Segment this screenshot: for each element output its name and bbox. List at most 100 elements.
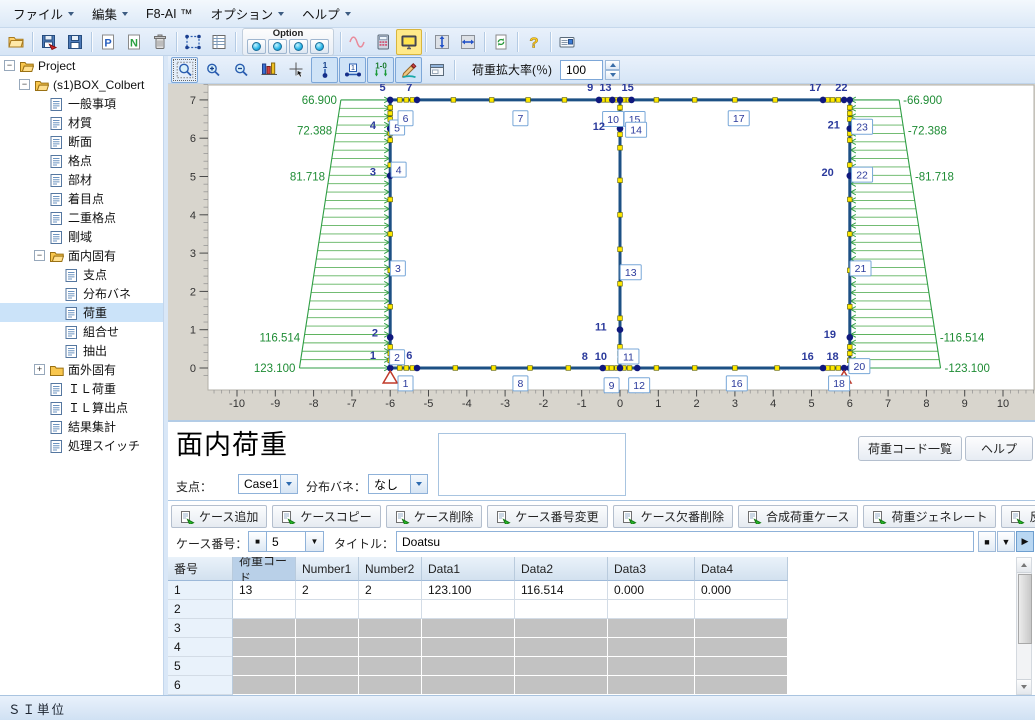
sidebar-item-out-plane[interactable]: +面外固有 (0, 360, 163, 379)
case-delete-button[interactable]: ケース削除 (386, 505, 482, 528)
load-values-button[interactable]: 1-0 (367, 57, 394, 83)
sidebar-item-support[interactable]: 支点 (0, 265, 163, 284)
cell-r6c4[interactable] (422, 676, 515, 695)
display-settings-button[interactable] (255, 57, 282, 83)
cell-r3c6[interactable] (608, 619, 695, 638)
sidebar-item-il-calc-point[interactable]: ＩＬ算出点 (0, 398, 163, 417)
cell-r4c4[interactable] (422, 638, 515, 657)
col-header-7[interactable]: Data4 (695, 557, 788, 581)
cell-r1c6[interactable]: 0.000 (608, 581, 695, 600)
sidebar-item-focus-point[interactable]: 着目点 (0, 189, 163, 208)
cell-r2c6[interactable] (608, 600, 695, 619)
scroll-thumb[interactable] (1018, 574, 1032, 644)
scroll-up-button[interactable] (1017, 558, 1031, 573)
sidebar-item-rigid-zone[interactable]: 剛域 (0, 227, 163, 246)
menu-item-edit[interactable]: 編集 (83, 0, 137, 27)
expand-icon[interactable]: + (34, 364, 45, 375)
frame-select-button[interactable] (180, 29, 206, 55)
sidebar-item-process-switch[interactable]: 処理スイッチ (0, 436, 163, 455)
sidebar-item-member[interactable]: 部材 (0, 170, 163, 189)
col-header-2[interactable]: Number1 (296, 557, 359, 581)
support-case-combo[interactable]: Case1 (238, 474, 298, 494)
zoom-in-button[interactable] (199, 57, 226, 83)
sidebar-item-grid-point[interactable]: 格点 (0, 151, 163, 170)
cell-r5c3[interactable] (359, 657, 422, 676)
cell-r2c7[interactable] (695, 600, 788, 619)
row-header-3[interactable]: 3 (168, 619, 233, 638)
sidebar-item-in-plane[interactable]: −面内固有 (0, 246, 163, 265)
nav-stop-button[interactable]: ■ (978, 531, 996, 552)
refresh-data-button[interactable] (488, 29, 514, 55)
sidebar-item-extraction[interactable]: 抽出 (0, 341, 163, 360)
cell-r6c3[interactable] (359, 676, 422, 695)
note-box[interactable] (438, 433, 626, 496)
row-header-4[interactable]: 4 (168, 638, 233, 657)
cell-r6c6[interactable] (608, 676, 695, 695)
row-header-5[interactable]: 5 (168, 657, 233, 676)
cell-r1c7[interactable]: 0.000 (695, 581, 788, 600)
report-p-button[interactable]: P (95, 29, 121, 55)
calculator-button[interactable] (370, 29, 396, 55)
reverse-load-generate-button[interactable]: 反転荷重ジェネレート (1001, 505, 1035, 528)
cell-r1c3[interactable]: 2 (359, 581, 422, 600)
table-scrollbar[interactable] (1016, 557, 1032, 695)
cell-r4c1[interactable] (233, 638, 296, 657)
open-file-button[interactable] (3, 29, 29, 55)
col-header-0[interactable]: 番号 (168, 557, 233, 581)
cell-r5c2[interactable] (296, 657, 359, 676)
col-header-5[interactable]: Data2 (515, 557, 608, 581)
cell-r5c6[interactable] (608, 657, 695, 676)
case-renumber-button[interactable]: ケース番号変更 (487, 505, 607, 528)
spring-combo[interactable]: なし (368, 474, 428, 494)
collapse-icon[interactable]: − (34, 250, 45, 261)
cell-r1c5[interactable]: 116.514 (515, 581, 608, 600)
row-header-6[interactable]: 6 (168, 676, 233, 695)
delete-button[interactable] (147, 29, 173, 55)
fit-vertical-button[interactable] (429, 29, 455, 55)
cell-r1c2[interactable]: 2 (296, 581, 359, 600)
col-header-4[interactable]: Data1 (422, 557, 515, 581)
menu-item-f8-ai[interactable]: F8-AI ™ (137, 3, 202, 25)
load-scale-input[interactable]: 100 (560, 60, 603, 80)
cell-r6c2[interactable] (296, 676, 359, 695)
help-button[interactable]: ? (521, 29, 547, 55)
case-title-input[interactable] (396, 531, 974, 552)
dialog-panel-button[interactable] (423, 57, 450, 83)
mail-info-button[interactable] (554, 29, 580, 55)
save-button[interactable] (62, 29, 88, 55)
zoom-out-button[interactable] (227, 57, 254, 83)
row-header-1[interactable]: 1 (168, 581, 233, 600)
cell-r3c5[interactable] (515, 619, 608, 638)
fit-horizontal-button[interactable] (455, 29, 481, 55)
case-spin-down-button[interactable]: ▼ (305, 532, 323, 551)
help-button[interactable]: ヘルプ (965, 436, 1033, 461)
cell-r1c4[interactable]: 123.100 (422, 581, 515, 600)
sidebar-item-il-load[interactable]: ＩＬ荷重 (0, 379, 163, 398)
nav-next-button[interactable]: ▶ (1016, 531, 1034, 552)
cell-r6c7[interactable] (695, 676, 788, 695)
cell-r3c1[interactable] (233, 619, 296, 638)
cell-r4c5[interactable] (515, 638, 608, 657)
sidebar-item-project[interactable]: −Project (0, 56, 163, 75)
cell-r4c3[interactable] (359, 638, 422, 657)
sidebar-item-general[interactable]: 一般事項 (0, 94, 163, 113)
save-export-button[interactable] (36, 29, 62, 55)
cell-r1c1[interactable]: 13 (233, 581, 296, 600)
menu-item-help[interactable]: ヘルプ (293, 0, 360, 27)
sidebar-item-result-summary[interactable]: 結果集計 (0, 417, 163, 436)
cell-r2c2[interactable] (296, 600, 359, 619)
collapse-icon[interactable]: − (4, 60, 15, 71)
cell-r2c5[interactable] (515, 600, 608, 619)
node-numbers-button[interactable]: 1 (311, 57, 338, 83)
sidebar-item-load[interactable]: 荷重 (0, 303, 163, 322)
table-input-button[interactable] (206, 29, 232, 55)
case-number-value[interactable]: 5 (267, 532, 305, 551)
cell-r3c7[interactable] (695, 619, 788, 638)
col-header-6[interactable]: Data3 (608, 557, 695, 581)
cell-r2c4[interactable] (422, 600, 515, 619)
wave-display-button[interactable] (344, 29, 370, 55)
drawing-canvas[interactable]: -10-9-8-7-6-5-4-3-2-10123456789100123456… (168, 84, 1035, 420)
sidebar-item-box-colbert[interactable]: −(s1)BOX_Colbert (0, 75, 163, 94)
menu-item-options[interactable]: オプション (202, 0, 294, 27)
screen-display-button[interactable] (396, 29, 422, 55)
